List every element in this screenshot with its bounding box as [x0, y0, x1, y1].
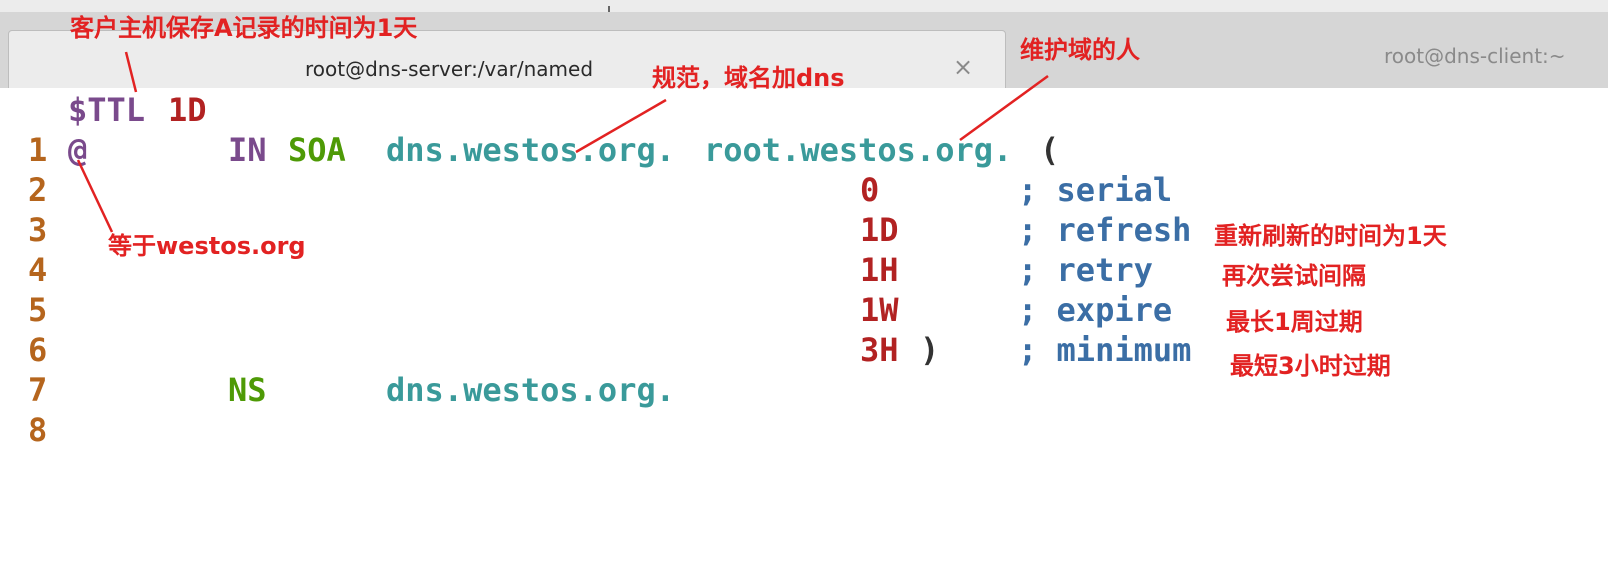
comment: ; refresh: [1018, 211, 1192, 249]
ns-target: dns.westos.org.: [386, 371, 675, 409]
annotation-admin: 维护域的人: [1020, 36, 1140, 64]
comment: ; minimum: [1018, 331, 1192, 369]
annotation-minimum: 最短3小时过期: [1230, 352, 1391, 380]
primary-ns: dns.westos.org.: [386, 131, 675, 169]
tab-title: root@dns-client:~: [1384, 44, 1566, 68]
record-type: SOA: [288, 131, 346, 169]
annotation-refresh: 重新刷新的时间为1天: [1214, 222, 1447, 250]
open-paren: (: [1040, 131, 1060, 169]
tab-title: root@dns-server:/var/named: [305, 57, 594, 81]
expire-value: 1W: [860, 291, 899, 329]
annotation-retry: 再次尝试间隔: [1222, 262, 1366, 290]
close-icon[interactable]: ×: [953, 55, 973, 79]
code-line: 1 $TTL 1D: [0, 90, 207, 169]
code-line: 5 1H ; retry: [0, 250, 1153, 329]
record-type: NS: [228, 371, 267, 409]
code-line: 7 3H ) ; minimum: [0, 330, 1191, 409]
annotation-at: 等于westos.org: [108, 232, 306, 260]
code-line: 4 1D ; refresh: [0, 210, 1191, 289]
minimum-value: 3H: [860, 331, 899, 369]
serial-value: 0: [860, 171, 880, 209]
origin-symbol: @: [68, 131, 88, 169]
code-line: 6 1W ; expire: [0, 290, 1172, 369]
record-class: IN: [228, 131, 267, 169]
admin-email: root.westos.org.: [704, 131, 1013, 169]
code-line: 8 NS dns.westos.org.: [0, 370, 675, 449]
annotation-domain: 规范，域名加dns: [652, 64, 845, 92]
comment: ; retry: [1018, 251, 1153, 289]
comment: ; expire: [1018, 291, 1173, 329]
retry-value: 1H: [860, 251, 899, 289]
close-paren: ): [920, 331, 940, 369]
annotation-expire: 最长1周过期: [1226, 308, 1363, 336]
refresh-value: 1D: [860, 211, 899, 249]
ttl-directive: $TTL: [68, 91, 146, 129]
code-line: 2 @ IN SOA dns.westos.org. root.westos.o…: [0, 130, 1059, 209]
comment: ; serial: [1018, 171, 1173, 209]
code-line: 3 0 ; serial: [0, 170, 1172, 249]
line-number: 8: [28, 411, 48, 449]
annotation-ttl: 客户主机保存A记录的时间为1天: [70, 14, 418, 42]
ttl-value: 1D: [168, 91, 207, 129]
